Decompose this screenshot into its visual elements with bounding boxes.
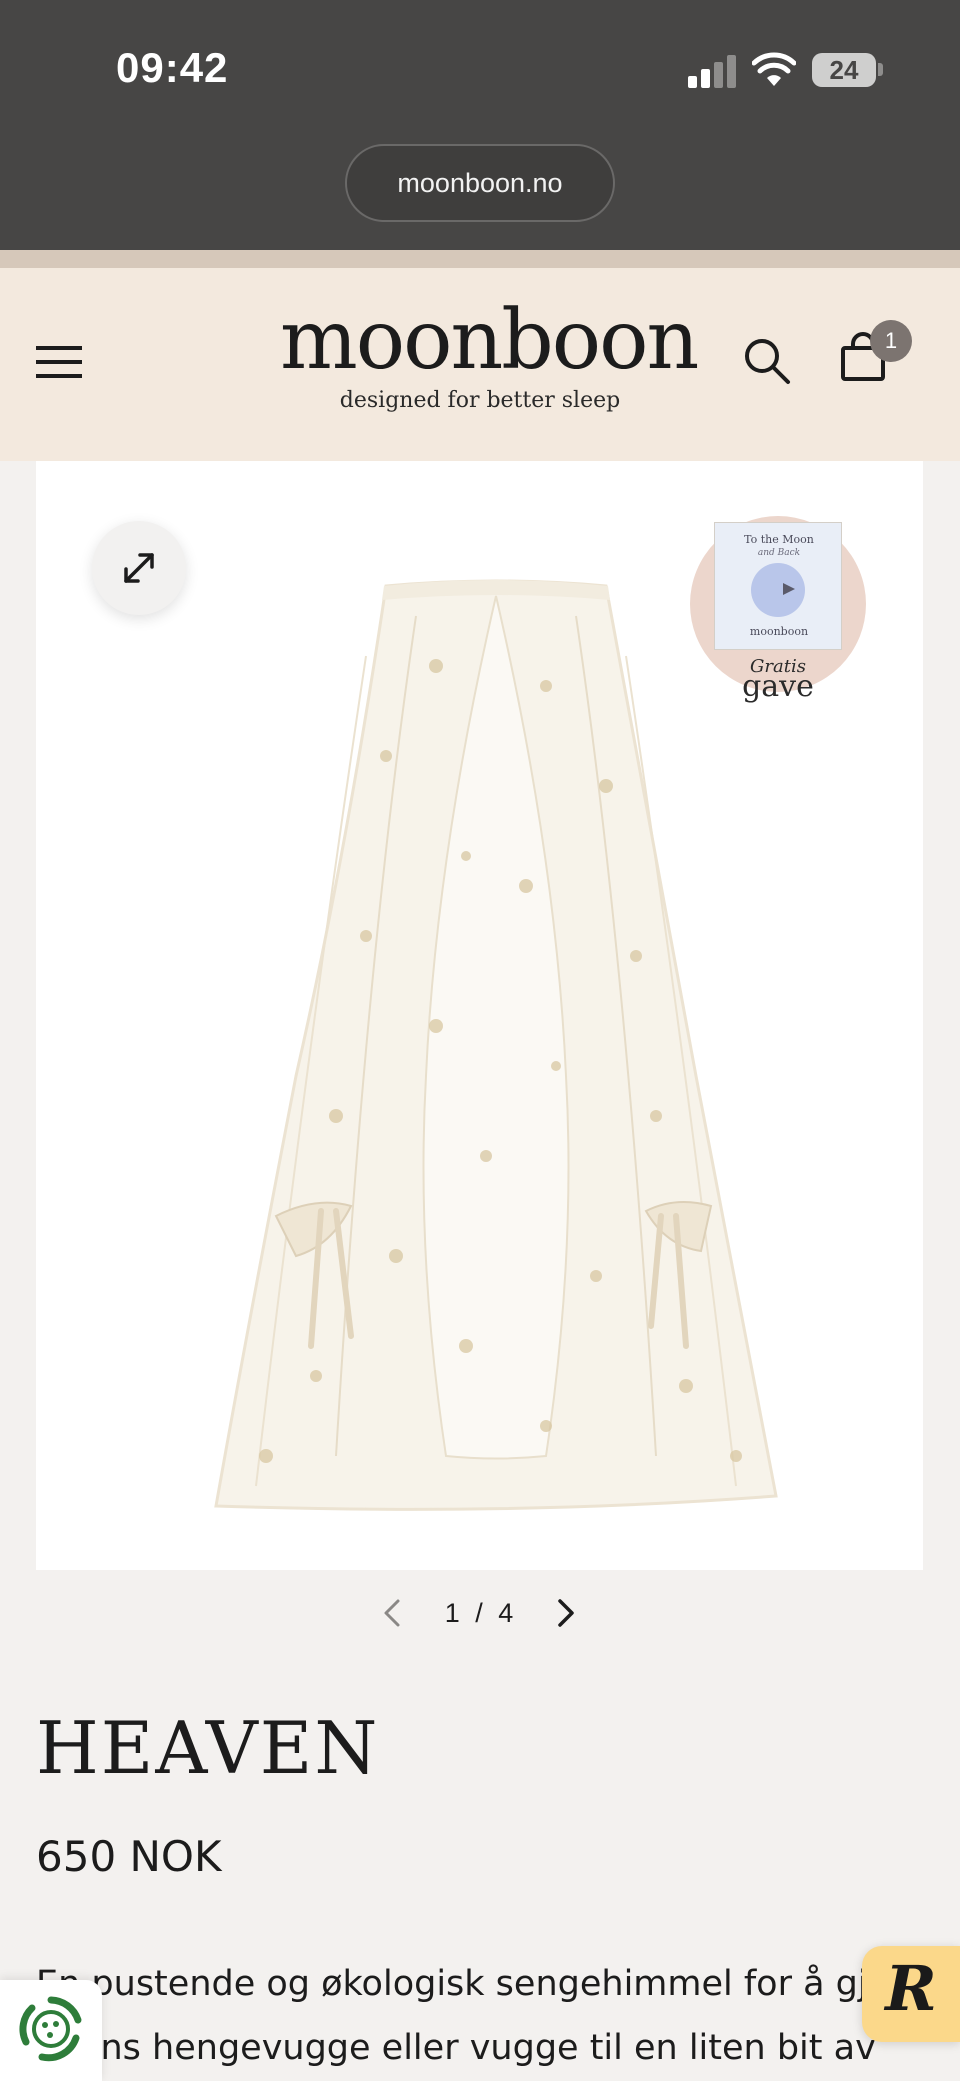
header-divider (0, 250, 960, 268)
product-description: En pustende og økologisk sengehimmel for… (36, 1952, 916, 2080)
search-icon[interactable] (742, 336, 792, 386)
menu-icon[interactable] (36, 346, 82, 378)
battery-level: 24 (829, 55, 859, 85)
cell-signal-icon (688, 54, 738, 88)
site-tagline: designed for better sleep (339, 388, 621, 413)
chevron-right-icon[interactable] (554, 1596, 578, 1630)
product-gallery[interactable]: To the Moon and Back moonboon Gratis gav… (36, 461, 923, 1570)
moon-icon (751, 563, 805, 617)
eco-icon (19, 1996, 82, 2062)
pager-separator: / (475, 1598, 483, 1628)
battery-tip (878, 63, 883, 76)
pager-current: 1 (444, 1598, 460, 1628)
product-title: HEAVEN (36, 1706, 380, 1790)
pager-status: 1 / 4 (420, 1588, 538, 1638)
browser-chrome: 09:42 24 moonboon.no (0, 0, 960, 250)
site-header: moonboon designed for better sleep 1 (0, 268, 960, 461)
battery-icon: 24 (812, 53, 876, 87)
status-time: 09:42 (116, 44, 229, 91)
url-text: moonboon.no (397, 168, 563, 198)
product-price: 650 NOK (36, 1832, 222, 1881)
gift-book-image: To the Moon and Back moonboon (714, 522, 842, 650)
site-logo[interactable]: moonboon (280, 300, 699, 382)
gift-book-subtitle: and Back (757, 548, 801, 558)
free-gift-badge[interactable]: To the Moon and Back moonboon Gratis gav… (690, 516, 866, 702)
gift-label-gave: gave (742, 669, 814, 704)
pager-total: 4 (498, 1598, 514, 1628)
wifi-icon (752, 52, 796, 86)
description-line-2: yens hengevugge eller vugge til en liten… (36, 2028, 876, 2068)
gallery-pager: 1 / 4 (370, 1588, 590, 1638)
review-widget-button[interactable]: R (862, 1946, 960, 2042)
description-line-1: En pustende og økologisk sengehimmel for… (36, 1964, 904, 2004)
cart-count-badge[interactable]: 1 (870, 320, 912, 362)
r-logo-icon: R (885, 1952, 937, 2025)
url-bar[interactable]: moonboon.no (345, 144, 615, 222)
gift-book-title: To the Moon (744, 533, 814, 546)
gift-book-brand: moonboon (749, 625, 809, 638)
chevron-left-icon[interactable] (380, 1596, 404, 1630)
eco-widget-button[interactable] (0, 1980, 102, 2081)
